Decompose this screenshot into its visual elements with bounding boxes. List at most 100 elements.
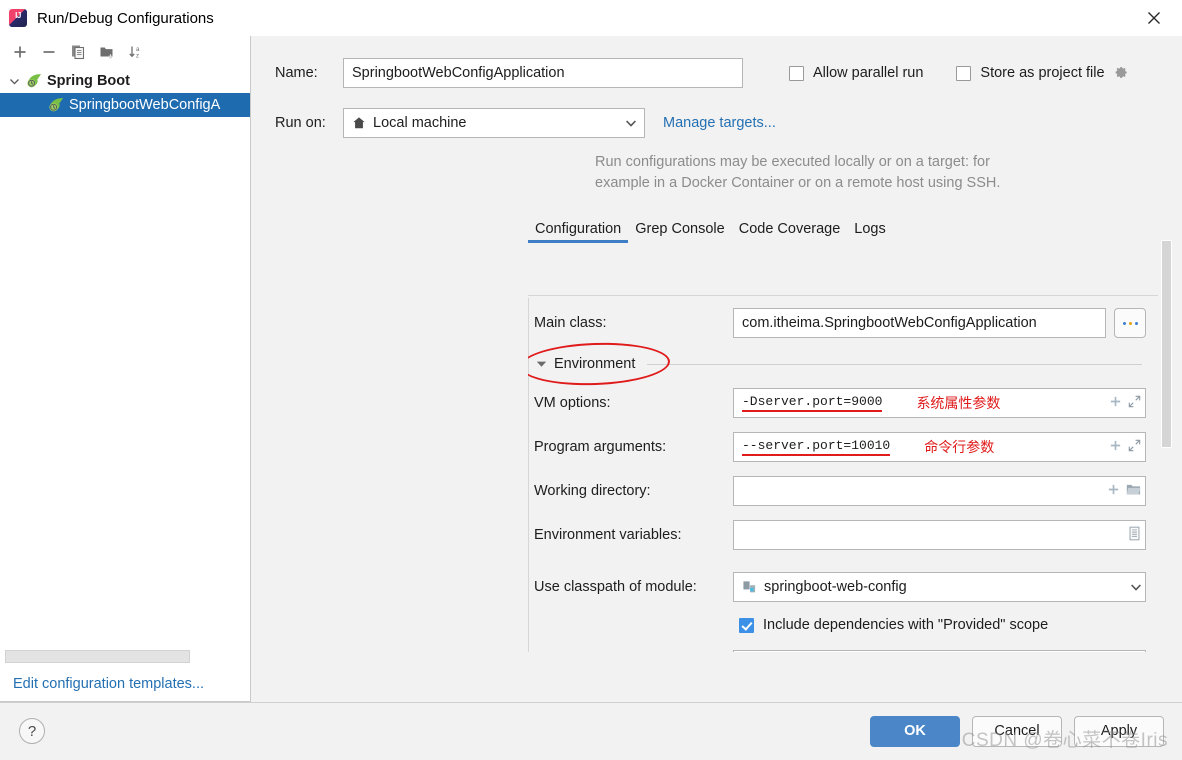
allow-parallel-run-checkbox[interactable]: Allow parallel run [789, 65, 923, 81]
tree-group-spring-boot[interactable]: Spring Boot [0, 69, 250, 93]
spring-boot-icon [48, 97, 65, 113]
folder-icon[interactable] [1126, 483, 1141, 500]
help-button[interactable]: ? [19, 718, 45, 744]
description-line-1: Run configurations may be executed local… [595, 154, 990, 170]
sidebar-scrollbar-thumb[interactable] [5, 650, 190, 663]
form-vertical-scrollbar[interactable] [1160, 236, 1174, 744]
apply-button[interactable]: Apply [1074, 715, 1164, 747]
include-provided-scope-label: Include dependencies with "Provided" sco… [763, 617, 1049, 633]
footer-buttons: OK Cancel Apply [870, 715, 1182, 747]
expand-editor-icon[interactable] [1128, 439, 1141, 456]
run-on-combobox[interactable]: Local machine [343, 108, 645, 138]
triangle-down-icon[interactable] [536, 360, 547, 368]
remove-configuration-button[interactable] [35, 39, 63, 65]
environment-variables-input[interactable] [733, 520, 1146, 550]
program-arguments-annotation: 命令行参数 [924, 439, 995, 455]
program-arguments-input[interactable]: --server.port=10010 命令行参数 [733, 432, 1146, 462]
tree-item-springboot-web-config[interactable]: SpringbootWebConfigA [0, 93, 250, 117]
vm-options-input[interactable]: -Dserver.port=9000 系统属性参数 [733, 388, 1146, 418]
main-class-value: com.itheima.SpringbootWebConfigApplicati… [742, 315, 1037, 331]
vm-options-value: -Dserver.port=9000 [742, 394, 883, 412]
tab-separator [528, 295, 1158, 296]
main-class-browse-button[interactable] [1114, 308, 1146, 338]
chevron-down-icon[interactable] [1131, 579, 1141, 595]
tab-logs[interactable]: Logs [847, 221, 892, 243]
use-classpath-value: springboot-web-config [764, 579, 907, 595]
sort-configurations-button[interactable]: a z [122, 39, 150, 65]
name-input[interactable]: SpringbootWebConfigApplication [343, 58, 743, 88]
main-class-input[interactable]: com.itheima.SpringbootWebConfigApplicati… [733, 308, 1106, 338]
window-title: Run/Debug Configurations [37, 9, 214, 27]
add-icon[interactable] [1107, 483, 1120, 500]
run-on-row: Run on: Local machine Manage targets... [251, 108, 1182, 138]
form-scrollbar-thumb[interactable] [1161, 240, 1172, 448]
copy-configuration-button[interactable] [64, 39, 92, 65]
checkbox-box[interactable] [739, 617, 754, 633]
section-divider [647, 363, 1142, 365]
program-arguments-label: Program arguments: [534, 439, 667, 455]
configuration-form: Main class: com.itheima.SpringbootWebCon… [528, 298, 1174, 652]
name-row: Name: SpringbootWebConfigApplication All… [251, 58, 1182, 88]
description-line-2: example in a Docker Container or on a re… [595, 175, 1001, 191]
manage-targets-link[interactable]: Manage targets... [663, 115, 776, 131]
working-directory-input[interactable] [733, 476, 1146, 506]
checkbox-box[interactable] [789, 65, 804, 81]
configurations-sidebar: a z Spring Boot SpringbootWebConfigA Edi… [0, 36, 251, 702]
svg-text:z: z [136, 52, 139, 59]
expand-editor-icon[interactable] [1128, 395, 1141, 412]
use-classpath-combobox[interactable]: springboot-web-config [733, 572, 1146, 602]
allow-parallel-run-label: Allow parallel run [813, 65, 924, 81]
working-directory-label: Working directory: [534, 483, 651, 499]
configuration-detail-panel: Name: SpringbootWebConfigApplication All… [251, 36, 1182, 744]
working-directory-row: Working directory: [528, 476, 1146, 506]
store-as-project-file-checkbox[interactable]: Store as project file [956, 65, 1105, 81]
jre-combobox[interactable]: Default (11 - SDK of 'springboot-web-con… [733, 650, 1146, 652]
add-icon[interactable] [1109, 439, 1122, 456]
new-folder-icon [99, 44, 115, 60]
cancel-button[interactable]: Cancel [972, 715, 1062, 747]
new-folder-button[interactable] [93, 39, 121, 65]
vm-options-row: VM options: -Dserver.port=9000 系统属性参数 [528, 388, 1146, 418]
configuration-header: Name: SpringbootWebConfigApplication All… [251, 36, 1182, 243]
close-icon [1147, 11, 1161, 25]
program-arguments-row: Program arguments: --server.port=10010 命… [528, 432, 1146, 462]
home-icon [352, 116, 366, 130]
env-variables-list-icon[interactable] [1128, 526, 1141, 545]
dialog-body: a z Spring Boot SpringbootWebConfigA Edi… [0, 36, 1182, 744]
plus-icon [12, 44, 28, 60]
configurations-tree[interactable]: Spring Boot SpringbootWebConfigA [0, 67, 250, 649]
intellij-idea-icon [9, 9, 27, 27]
chevron-down-icon[interactable] [618, 109, 644, 137]
name-input-value: SpringbootWebConfigApplication [352, 65, 565, 81]
include-provided-scope-checkbox[interactable]: Include dependencies with "Provided" sco… [528, 610, 1146, 640]
program-arguments-value: --server.port=10010 [742, 438, 891, 456]
footer-separator [0, 702, 1182, 703]
sidebar-footer: Edit configuration templates... [0, 666, 250, 702]
sidebar-horizontal-scrollbar[interactable] [0, 649, 250, 666]
store-as-project-file-label: Store as project file [980, 65, 1105, 81]
tab-grep-console[interactable]: Grep Console [628, 221, 731, 243]
add-configuration-button[interactable] [6, 39, 34, 65]
checkbox-box[interactable] [956, 65, 972, 81]
use-classpath-row: Use classpath of module: springboot-web-… [528, 572, 1146, 602]
configuration-tabs: Configuration Grep Console Code Coverage… [528, 216, 1182, 243]
environment-variables-row: Environment variables: [528, 520, 1146, 550]
environment-section-header[interactable]: Environment [528, 340, 1146, 388]
name-label: Name: [275, 65, 318, 81]
add-icon[interactable] [1109, 395, 1122, 412]
environment-variables-label: Environment variables: [534, 527, 682, 543]
close-button[interactable] [1126, 0, 1182, 36]
chevron-down-icon[interactable] [6, 73, 22, 89]
spring-boot-icon [26, 73, 43, 89]
use-classpath-label: Use classpath of module: [534, 579, 697, 595]
tree-item-label: SpringbootWebConfigA [69, 97, 221, 113]
gear-icon[interactable] [1113, 66, 1128, 81]
run-on-label: Run on: [275, 115, 326, 131]
ellipsis-icon [1122, 321, 1138, 325]
sort-az-icon: a z [128, 44, 144, 60]
sidebar-toolbar: a z [0, 36, 250, 67]
tab-code-coverage[interactable]: Code Coverage [732, 221, 848, 243]
edit-configuration-templates-link[interactable]: Edit configuration templates... [13, 676, 204, 692]
tab-configuration[interactable]: Configuration [528, 221, 629, 243]
ok-button[interactable]: OK [870, 715, 960, 747]
